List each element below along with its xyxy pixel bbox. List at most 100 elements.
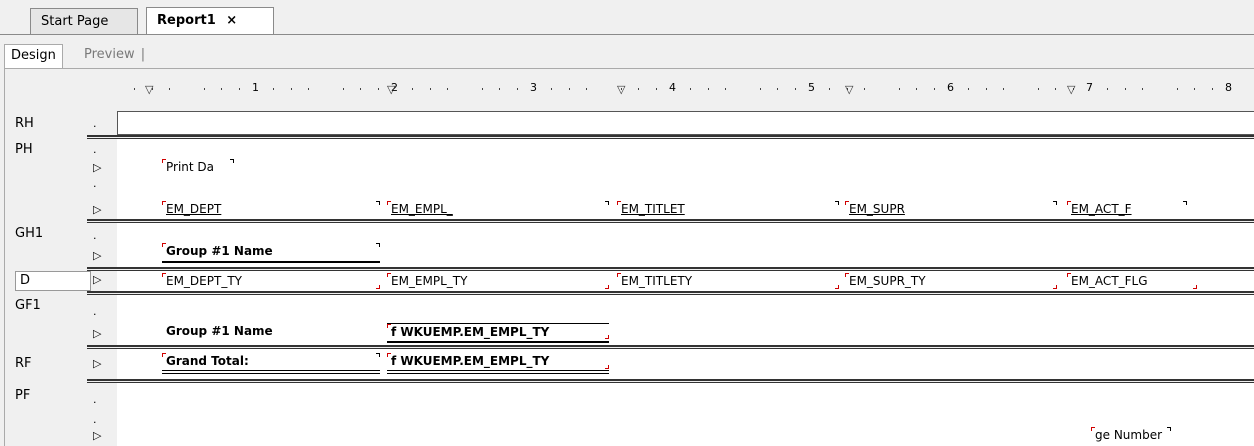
column-marker-icon[interactable]: ▽: [145, 83, 153, 96]
section-label-rh[interactable]: RH: [5, 115, 87, 133]
ruler-tick: [342, 88, 344, 90]
preview-tab[interactable]: Preview |: [78, 44, 151, 68]
column-marker-icon[interactable]: ▽: [845, 83, 853, 96]
detail-em-empl[interactable]: EM_EMPL_TY: [387, 273, 609, 289]
ruler-tick: [898, 88, 900, 90]
anchor-arrow-icon: ▷: [93, 161, 102, 174]
report-header-band[interactable]: [117, 111, 1254, 135]
ruler-tick: [638, 88, 640, 90]
ruler-tick: [1003, 88, 1005, 90]
section-gutter: . ▷ . ▷: [93, 143, 102, 216]
anchor-arrow-icon: ▷: [93, 249, 102, 262]
header-em-dept[interactable]: EM_DEPT: [162, 201, 380, 217]
grand-total-count-field[interactable]: f WKUEMP.EM_EMPL_TY: [387, 353, 609, 369]
ruler-tick: [1194, 88, 1196, 90]
ruler-tick: [290, 88, 292, 90]
ruler-tick: [412, 88, 414, 90]
ruler-tick: [273, 88, 275, 90]
report-footer-band[interactable]: Grand Total: f WKUEMP.EM_EMPL_TY: [117, 349, 1254, 379]
page-footer-band[interactable]: ge Number: [117, 383, 1254, 446]
group-name-field[interactable]: Group #1 Name: [162, 243, 380, 259]
close-icon[interactable]: ×: [226, 13, 237, 28]
column-marker-icon[interactable]: ▽: [617, 83, 625, 96]
tab-label: Report1: [157, 13, 216, 28]
horizontal-ruler[interactable]: 1 2 3 4 5 6 7 8 ▽ ▽ ▽ ▽ ▽: [117, 81, 1254, 97]
section-gutter: ▷: [89, 349, 116, 379]
ruler-tick: [1211, 88, 1213, 90]
ruler-tick: [777, 88, 779, 90]
header-em-titlet[interactable]: EM_TITLET: [617, 201, 839, 217]
ruler-tick: [707, 88, 709, 90]
anchor-arrow-icon: ▷: [93, 357, 102, 370]
detail-em-act-flg[interactable]: EM_ACT_FLG: [1067, 273, 1197, 289]
ruler-tick: [586, 88, 588, 90]
anchor-arrow-icon: ▷: [93, 429, 102, 442]
separator: |: [140, 47, 146, 62]
ruler-tick: [759, 88, 761, 90]
section-gutter: . . ▷: [93, 393, 102, 442]
ruler-tick: [794, 88, 796, 90]
ruler-number: 1: [252, 81, 259, 94]
ruler-tick: [655, 88, 657, 90]
group-footer-name-field[interactable]: Group #1 Name: [162, 323, 380, 339]
ruler-tick: [690, 88, 692, 90]
section-label-ph[interactable]: PH: [5, 141, 87, 159]
anchor-arrow-icon: ▷: [93, 327, 102, 340]
ruler-number: 6: [947, 81, 954, 94]
group-footer-band[interactable]: Group #1 Name f WKUEMP.EM_EMPL_TY: [117, 295, 1254, 345]
ruler-tick: [985, 88, 987, 90]
section-label-d[interactable]: D: [15, 271, 91, 291]
detail-em-supr[interactable]: EM_SUPR_TY: [845, 273, 1057, 289]
section-gutter: ▷: [89, 271, 116, 291]
detail-em-titlety[interactable]: EM_TITLETY: [617, 273, 839, 289]
ruler-tick: [829, 88, 831, 90]
ruler-tick: [221, 88, 223, 90]
design-tab[interactable]: Design: [4, 44, 63, 68]
anchor-arrow-icon: ▷: [93, 203, 102, 216]
column-marker-icon[interactable]: ▽: [387, 83, 395, 96]
ruler-tick: [968, 88, 970, 90]
view-mode-bar: Design Preview |: [4, 44, 1254, 68]
ruler-tick: [203, 88, 205, 90]
section-gutter: .: [93, 117, 97, 130]
detail-band[interactable]: EM_DEPT_TY EM_EMPL_TY EM_TITLETY EM_SUPR…: [117, 271, 1254, 291]
header-em-act-flg[interactable]: EM_ACT_F: [1067, 201, 1187, 217]
ruler-tick: [447, 88, 449, 90]
detail-em-dept[interactable]: EM_DEPT_TY: [162, 273, 380, 289]
header-em-empl[interactable]: EM_EMPL_: [387, 201, 609, 217]
ruler-tick: [568, 88, 570, 90]
ruler-tick: [1176, 88, 1178, 90]
ruler-tick: [916, 88, 918, 90]
header-em-supr[interactable]: EM_SUPR: [845, 201, 1057, 217]
ruler-tick: [1037, 88, 1039, 90]
tab-report1[interactable]: Report1 ×: [146, 7, 274, 35]
ruler-tick: [308, 88, 310, 90]
ruler-number: 8: [1225, 81, 1232, 94]
ruler-tick: [516, 88, 518, 90]
ruler-tick: [725, 88, 727, 90]
tab-label: Start Page: [41, 14, 109, 29]
anchor-arrow-icon: ▷: [93, 273, 102, 286]
ruler-number: 7: [1086, 81, 1093, 94]
ruler-tick: [360, 88, 362, 90]
column-marker-icon[interactable]: ▽: [1067, 83, 1075, 96]
page-number-field[interactable]: ge Number: [1091, 427, 1171, 443]
ruler-tick: [134, 88, 136, 90]
section-gutter: . ▷: [93, 229, 102, 262]
section-label-pf[interactable]: PF: [5, 387, 87, 405]
ruler-tick: [864, 88, 866, 90]
ruler-tick: [377, 88, 379, 90]
group-count-field[interactable]: f WKUEMP.EM_EMPL_TY: [387, 323, 609, 339]
grand-total-label[interactable]: Grand Total:: [162, 353, 380, 369]
ruler-number: 4: [669, 81, 676, 94]
document-tabstrip: Start Page Report1 ×: [0, 0, 1254, 40]
section-label-gh1[interactable]: GH1: [5, 225, 87, 243]
page-header-band[interactable]: Print Da EM_DEPT EM_EMPL_ EM_TITLET EM_S…: [117, 139, 1254, 219]
group-header-band[interactable]: Group #1 Name: [117, 223, 1254, 267]
print-date-field[interactable]: Print Da: [162, 159, 234, 175]
preview-label: Preview: [84, 47, 135, 62]
tab-start-page[interactable]: Start Page: [30, 8, 138, 34]
section-gutter: . ▷: [93, 305, 102, 340]
section-label-rf[interactable]: RF: [5, 355, 87, 373]
section-label-gf1[interactable]: GF1: [5, 297, 87, 315]
